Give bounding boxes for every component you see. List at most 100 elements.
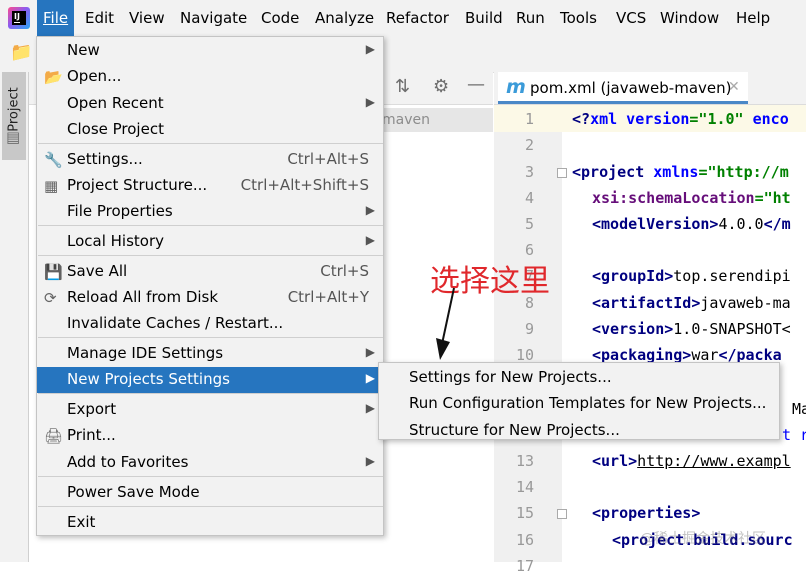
line-number: 3 (524, 163, 534, 181)
reload-icon: ⟳ (44, 289, 57, 307)
submenu-arrow-icon: ▶ (365, 42, 375, 56)
file-menu-reload[interactable]: ⟳ Reload All from Disk Ctrl+Alt+Y (37, 285, 383, 311)
code-line-16: <properties> (592, 504, 700, 522)
code-line-8: <artifactId>javaweb-ma (592, 294, 791, 312)
menu-tools[interactable]: Tools (554, 0, 603, 36)
file-menu-invalidate-caches[interactable]: Invalidate Caches / Restart... (37, 311, 383, 337)
code-token: enco (743, 110, 789, 128)
file-menu-manage-ide-settings[interactable]: Manage IDE Settings ▶ (37, 341, 383, 367)
line-number: 9 (524, 320, 534, 338)
code-line-1: <?xml version="1.0" enco (572, 110, 789, 128)
menu-separator (38, 506, 383, 507)
menu-window[interactable]: Window (654, 0, 725, 36)
submenu-run-config-templates[interactable]: Run Configuration Templates for New Proj… (409, 394, 766, 412)
menu-separator (38, 393, 383, 394)
line-number: 14 (515, 478, 534, 496)
code-line-3: <project xmlns="http://m (572, 163, 789, 181)
menu-item-label: Invalidate Caches / Restart... (67, 314, 284, 332)
file-menu-exit[interactable]: Exit (37, 510, 383, 536)
line-number: 13 (515, 452, 534, 470)
menu-item-label: Save All (67, 262, 128, 280)
menu-item-label: Export (67, 400, 117, 418)
file-menu-project-structure[interactable]: ▦ Project Structure... Ctrl+Alt+Shift+S (37, 173, 383, 199)
code-line-9: <version>1.0-SNAPSHOT< (592, 320, 791, 338)
menu-item-label: Project Structure... (67, 176, 208, 194)
menu-item-shortcut: Ctrl+Alt+Y (287, 288, 369, 306)
code-line-5: <modelVersion>4.0.0</m (592, 215, 791, 233)
code-token: t r (782, 426, 806, 444)
file-menu-open-recent[interactable]: Open Recent ▶ (37, 91, 383, 117)
submenu-settings-for-new-projects[interactable]: Settings for New Projects... (409, 368, 612, 386)
file-menu-close-project[interactable]: Close Project (37, 117, 383, 143)
code-line-7: <groupId>top.serendipi (592, 267, 791, 285)
file-menu-save-all[interactable]: 💾 Save All Ctrl+S (37, 259, 383, 285)
project-tree-selected-row[interactable]: maven (374, 108, 493, 132)
file-menu-print[interactable]: 🖨 Print... (37, 423, 383, 449)
file-menu-export[interactable]: Export ▶ (37, 397, 383, 423)
fold-marker[interactable] (557, 168, 567, 178)
menu-item-label: Settings... (67, 150, 143, 168)
file-menu-new[interactable]: New ▶ (37, 38, 383, 64)
file-menu-settings[interactable]: 🔧 Settings... Ctrl+Alt+S (37, 147, 383, 173)
print-icon: 🖨 (44, 427, 64, 445)
gear-icon[interactable]: ⚙ (433, 76, 449, 97)
menu-vcs[interactable]: VCS (610, 0, 652, 36)
menu-build[interactable]: Build (459, 0, 509, 36)
menu-item-label: File Properties (67, 202, 173, 220)
code-token: xml version (590, 110, 690, 128)
menu-run[interactable]: Run (510, 0, 551, 36)
menu-item-label: Exit (67, 513, 96, 531)
menu-analyze[interactable]: Analyze (309, 0, 380, 36)
project-tool-tab[interactable]: Project (2, 72, 26, 160)
menu-edit[interactable]: Edit (79, 0, 120, 36)
code-token: <modelVersion> (592, 215, 719, 233)
submenu-arrow-icon: ▶ (365, 233, 375, 247)
file-menu-add-to-favorites[interactable]: Add to Favorites ▶ (37, 450, 383, 476)
menu-item-label: New (67, 41, 100, 59)
file-menu-file-properties[interactable]: File Properties ▶ (37, 199, 383, 225)
wrench-icon: 🔧 (44, 151, 63, 169)
editor-tabs: m pom.xml (javaweb-maven) ✕ (494, 72, 806, 105)
code-token: top.serendipi (673, 267, 791, 285)
code-link[interactable]: http://www.exampl (637, 452, 791, 470)
tab-pom-xml[interactable]: m pom.xml (javaweb-maven) ✕ (498, 72, 748, 104)
menu-item-label: Power Save Mode (67, 483, 200, 501)
menubar: IJ File Edit View Navigate Code Analyze … (0, 0, 806, 36)
submenu-arrow-icon: ▶ (365, 345, 375, 359)
menu-item-label: Open Recent (67, 94, 164, 112)
menu-item-shortcut: Ctrl+Alt+Shift+S (240, 176, 369, 194)
line-number: 5 (524, 215, 534, 233)
line-number: 4 (524, 189, 534, 207)
folder-small-icon: ▤ (6, 128, 21, 146)
menu-separator (38, 476, 383, 477)
menu-separator (38, 337, 383, 338)
file-menu-new-projects-settings[interactable]: New Projects Settings ▶ (37, 367, 383, 393)
folder-icon[interactable]: 📁 (10, 42, 32, 63)
menu-item-label: Add to Favorites (67, 453, 189, 471)
menu-navigate[interactable]: Navigate (174, 0, 253, 36)
file-menu-local-history[interactable]: Local History ▶ (37, 229, 383, 255)
folder-open-icon: 📂 (44, 68, 63, 86)
line-number: 15 (515, 504, 534, 522)
code-token: <groupId> (592, 267, 674, 285)
annotation-arrow-icon (436, 287, 455, 360)
code-token: ="http://m (698, 163, 789, 181)
menu-file[interactable]: File (37, 0, 75, 36)
menu-item-label: Local History (67, 232, 165, 250)
submenu-arrow-icon: ▶ (365, 371, 375, 385)
menu-view[interactable]: View (123, 0, 171, 36)
file-menu-open[interactable]: 📂 Open... (37, 64, 383, 90)
hide-icon[interactable]: — (467, 74, 485, 95)
menu-help[interactable]: Help (730, 0, 776, 36)
code-token: </m (763, 215, 791, 233)
close-icon[interactable]: ✕ (728, 79, 740, 95)
collapse-all-icon[interactable]: ⇅ (395, 76, 410, 97)
menu-refactor[interactable]: Refactor (380, 0, 455, 36)
submenu-structure-for-new-projects[interactable]: Structure for New Projects... (409, 421, 620, 439)
code-token: <artifactId> (592, 294, 701, 312)
code-token: ="ht (754, 189, 791, 207)
menu-code[interactable]: Code (255, 0, 305, 36)
line-number: 17 (515, 557, 534, 575)
fold-marker[interactable] (557, 509, 567, 519)
file-menu-power-save-mode[interactable]: Power Save Mode (37, 480, 383, 506)
